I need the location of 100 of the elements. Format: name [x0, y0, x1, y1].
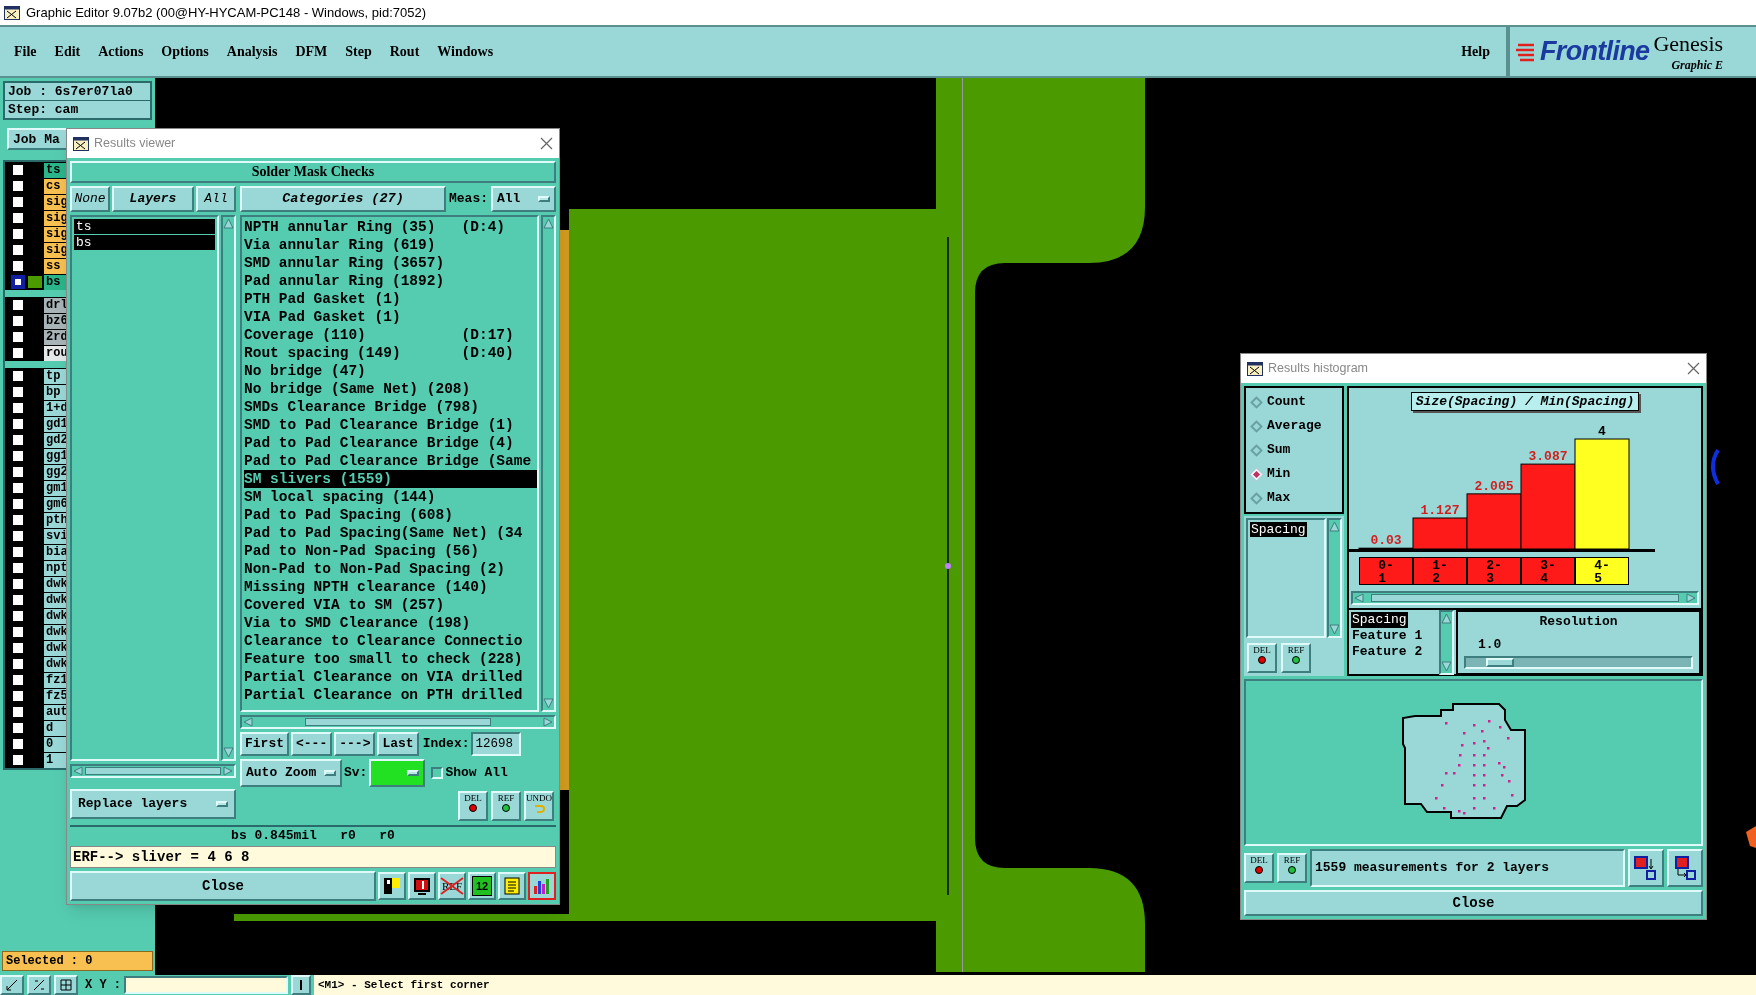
category-item[interactable]: VIA Pad Gasket (1) [244, 308, 537, 326]
bin-label[interactable]: 0-1 [1359, 557, 1413, 585]
bin-label[interactable]: 1-2 [1413, 557, 1467, 585]
menu-item[interactable]: Options [153, 41, 217, 62]
layer-checkbox[interactable] [11, 721, 25, 735]
delete-button[interactable]: DEL [458, 791, 488, 821]
reference-button[interactable]: REF [491, 791, 521, 821]
menu-item[interactable]: File [6, 41, 45, 62]
layer-checkbox[interactable] [11, 346, 25, 360]
layer-checkbox[interactable] [11, 227, 25, 241]
category-item[interactable]: Via annular Ring (619) [244, 236, 537, 254]
layer-checkbox[interactable] [11, 163, 25, 177]
radio-option[interactable]: Average [1246, 416, 1342, 436]
category-item[interactable]: SM local spacing (144) [244, 488, 537, 506]
layer-checkbox[interactable] [11, 275, 25, 289]
category-item[interactable]: Feature too small to check (228) [244, 650, 537, 668]
view-tool-icon[interactable] [27, 975, 51, 995]
help-menu[interactable]: Help [1451, 41, 1500, 62]
layer-checkbox[interactable] [11, 481, 25, 495]
layer-checkbox[interactable] [11, 433, 25, 447]
close-button[interactable]: Close [1244, 890, 1703, 916]
layer-checkbox[interactable] [11, 753, 25, 767]
export-icon[interactable] [1628, 849, 1664, 887]
radio-option[interactable]: Count [1246, 392, 1342, 412]
category-item[interactable]: Missing NPTH clearance (140) [244, 578, 537, 596]
severity-dropdown[interactable] [369, 759, 426, 787]
layer-checkbox[interactable] [11, 577, 25, 591]
show-all-checkbox[interactable] [431, 767, 444, 779]
category-item[interactable]: SMD to Pad Clearance Bridge (1) [244, 416, 537, 434]
attribute-item[interactable]: Spacing [1250, 522, 1307, 537]
layer-checkbox[interactable] [11, 401, 25, 415]
category-item[interactable]: Pad to Pad Spacing (608) [244, 506, 537, 524]
categories-button[interactable]: Categories (27) [240, 186, 446, 212]
delete-button[interactable]: DEL [1244, 853, 1274, 883]
coordinates-field[interactable] [124, 976, 288, 994]
category-item[interactable]: Partial Clearance on VIA drilled [244, 668, 537, 686]
category-item[interactable]: Partial Clearance on PTH drilled [244, 686, 537, 704]
menu-item[interactable]: Edit [46, 41, 89, 62]
scrollbar[interactable] [1351, 591, 1699, 605]
category-item[interactable]: NPTH annular Ring (35) (D:4) [244, 218, 537, 236]
menu-item[interactable]: Step [337, 41, 380, 62]
category-item[interactable]: Rout spacing (149) (D:40) [244, 344, 537, 362]
layer-list-item[interactable]: ts [74, 219, 215, 234]
scroll-thumb[interactable] [85, 767, 221, 775]
layer-checkbox[interactable] [11, 449, 25, 463]
navigation-button[interactable]: ---> [334, 732, 376, 756]
menu-item[interactable]: DFM [287, 41, 336, 62]
layer-checkbox[interactable] [11, 705, 25, 719]
layer-checkbox[interactable] [11, 417, 25, 431]
layer-checkbox[interactable] [11, 529, 25, 543]
bin-label[interactable]: 2-3 [1467, 557, 1521, 585]
layer-checkbox[interactable] [11, 298, 25, 312]
category-item[interactable]: Coverage (110) (D:17) [244, 326, 537, 344]
measure-dropdown[interactable]: All [491, 186, 556, 212]
report-icon[interactable] [498, 872, 526, 900]
layer-checkbox[interactable] [11, 593, 25, 607]
layer-filter-button[interactable]: None [70, 186, 110, 212]
category-item[interactable]: SM slivers (1559) [244, 470, 537, 488]
layer-checkbox[interactable] [11, 737, 25, 751]
layer-checkbox[interactable] [11, 243, 25, 257]
layer-list-item[interactable]: bs [74, 235, 215, 250]
menu-item[interactable]: Actions [90, 41, 152, 62]
category-item[interactable]: Pad to Pad Clearance Bridge (4) [244, 434, 537, 452]
layer-checkbox[interactable] [11, 211, 25, 225]
layer-checkbox[interactable] [11, 609, 25, 623]
layer-checkbox[interactable] [11, 673, 25, 687]
category-item[interactable]: Pad annular Ring (1892) [244, 272, 537, 290]
layer-checkbox[interactable] [11, 259, 25, 273]
close-button[interactable]: Close [70, 871, 376, 901]
layer-checkbox[interactable] [11, 689, 25, 703]
category-item[interactable]: Via to SMD Clearance (198) [244, 614, 537, 632]
layer-filter-button[interactable]: Layers [112, 186, 194, 212]
category-item[interactable]: Clearance to Clearance Connectio [244, 632, 537, 650]
layer-checkbox[interactable] [11, 545, 25, 559]
menu-item[interactable]: Analysis [218, 41, 286, 62]
layer-checkbox[interactable] [11, 179, 25, 193]
view-tool-icon[interactable] [0, 975, 24, 995]
replace-layers-dropdown[interactable]: Replace layers [70, 789, 236, 819]
close-icon[interactable] [540, 137, 553, 150]
import-icon[interactable] [1667, 849, 1703, 887]
display-icon[interactable] [408, 872, 436, 900]
category-item[interactable]: No bridge (47) [244, 362, 537, 380]
radio-option[interactable]: Max [1246, 488, 1342, 508]
category-item[interactable]: Non-Pad to Non-Pad Spacing (2) [244, 560, 537, 578]
undo-button[interactable]: UNDO [524, 791, 554, 821]
reference-button[interactable]: REF [1277, 853, 1307, 883]
layer-filter-button[interactable]: All [196, 186, 236, 212]
delete-button[interactable]: DEL [1247, 643, 1277, 673]
layer-checkbox[interactable] [11, 465, 25, 479]
layer-checkbox[interactable] [11, 561, 25, 575]
numbers-icon[interactable]: 12 [468, 872, 496, 900]
scroll-thumb[interactable] [1371, 594, 1679, 602]
category-item[interactable]: No bridge (Same Net) (208) [244, 380, 537, 398]
bin-label[interactable]: 3-4 [1521, 557, 1575, 585]
view-tool-icon[interactable] [54, 975, 78, 995]
layer-checkbox[interactable] [11, 195, 25, 209]
layer-checkbox[interactable] [11, 385, 25, 399]
scrollbar[interactable] [70, 764, 236, 778]
layer-checkbox[interactable] [11, 625, 25, 639]
layers-icon[interactable] [378, 872, 406, 900]
